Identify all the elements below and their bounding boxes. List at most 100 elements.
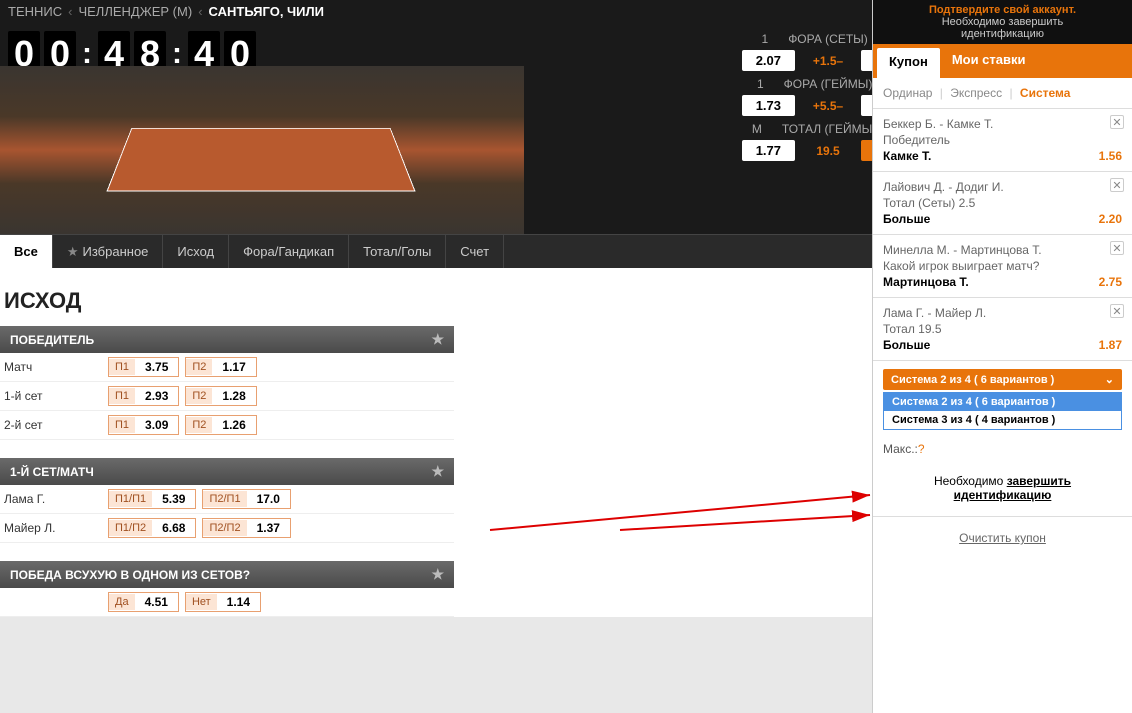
bet-odd: 1.56 xyxy=(1099,149,1122,163)
breadcrumb-l3[interactable]: САНТЬЯГО, ЧИЛИ xyxy=(209,4,324,19)
bet-code: П1 xyxy=(109,359,135,375)
bet-odd: 1.17 xyxy=(212,358,255,376)
bet-code: П1/П2 xyxy=(109,520,152,536)
market-title: ПОБЕДИТЕЛЬ xyxy=(10,333,94,347)
betslip-sidebar: Подтвердите свой аккаунт. Необходимо зав… xyxy=(872,0,1132,713)
remove-bet-button[interactable]: ✕ xyxy=(1110,241,1124,255)
odds-line: +1.5– xyxy=(807,54,849,68)
notice-link[interactable]: завершить xyxy=(1007,474,1071,488)
bet-code: П1 xyxy=(109,417,135,433)
verify-title: Подтвердите свой аккаунт. xyxy=(877,4,1128,16)
bet-cell[interactable]: П12.93 xyxy=(108,386,179,406)
bet-match: Лайович Д. - Додиг И. xyxy=(883,180,1122,194)
bet-odd: 1.87 xyxy=(1099,338,1122,352)
bet-selection: Больше xyxy=(883,212,930,226)
odds-button[interactable]: 1.77 xyxy=(742,140,795,161)
system-dropdown: Система 2 из 4 ( 6 вариантов ) Система 3… xyxy=(883,392,1122,430)
bet-cell[interactable]: П1/П15.39 xyxy=(108,489,196,509)
bet-cell[interactable]: П2/П21.37 xyxy=(202,518,290,538)
breadcrumb-sep: ‹ xyxy=(198,4,202,19)
market-row: Лама Г.П1/П15.39П2/П117.0 xyxy=(0,485,454,514)
market-header[interactable]: ПОБЕДИТЕЛЬ ★ xyxy=(0,326,454,353)
market-title: 1-Й СЕТ/МАТЧ xyxy=(10,465,94,479)
bet-code: П1 xyxy=(109,388,135,404)
market-row: 2-й сетП13.09 П21.26 xyxy=(0,411,454,440)
bet-type-single[interactable]: Ординар xyxy=(883,86,932,100)
star-icon: ★ xyxy=(67,244,79,260)
market-tab[interactable]: Фора/Гандикап xyxy=(229,235,349,268)
remove-bet-button[interactable]: ✕ xyxy=(1110,178,1124,192)
bet-code: Нет xyxy=(186,594,217,610)
star-icon[interactable]: ★ xyxy=(431,331,444,348)
bet-odd: 2.93 xyxy=(135,387,178,405)
notice-link[interactable]: идентификацию xyxy=(954,488,1052,502)
remove-bet-button[interactable]: ✕ xyxy=(1110,304,1124,318)
bet-cell[interactable]: П13.75 xyxy=(108,357,179,377)
bet-match: Минелла М. - Мартинцова Т. xyxy=(883,243,1122,257)
bet-odd: 1.14 xyxy=(217,593,260,611)
help-icon[interactable]: ? xyxy=(918,442,925,456)
bet-type-system[interactable]: Система xyxy=(1020,86,1071,100)
bet-cell[interactable]: Нет1.14 xyxy=(185,592,261,612)
bet-selection: Камке Т. xyxy=(883,149,931,163)
odds-button[interactable]: 2.07 xyxy=(742,50,795,71)
bet-market: Какой игрок выиграет матч? xyxy=(883,259,1122,273)
market-title: ПОБЕДА ВСУХУЮ В ОДНОМ ИЗ СЕТОВ? xyxy=(10,568,250,582)
bet-code: Да xyxy=(109,594,135,610)
market-header[interactable]: 1-Й СЕТ/МАТЧ ★ xyxy=(0,458,454,485)
bet-code: П2/П2 xyxy=(203,520,246,536)
breadcrumb-l2[interactable]: ЧЕЛЛЕНДЖЕР (М) xyxy=(78,4,192,19)
bet-type-express[interactable]: Экспресс xyxy=(950,86,1002,100)
bet-code: П2 xyxy=(186,359,212,375)
betslip-item: ✕ Беккер Б. - Камке Т. Победитель Камке … xyxy=(873,109,1132,172)
betslip-item: ✕ Минелла М. - Мартинцова Т. Какой игрок… xyxy=(873,235,1132,298)
market-row: МатчП13.75 П21.17 xyxy=(0,353,454,382)
bet-match: Беккер Б. - Камке Т. xyxy=(883,117,1122,131)
bet-cell[interactable]: П2/П117.0 xyxy=(202,489,290,509)
verify-notice: Подтвердите свой аккаунт. Необходимо зав… xyxy=(873,0,1132,44)
bet-odd: 6.68 xyxy=(152,519,195,537)
bet-odd: 3.75 xyxy=(135,358,178,376)
betslip-item: ✕ Лайович Д. - Додиг И. Тотал (Сеты) 2.5… xyxy=(873,172,1132,235)
bet-code: П2 xyxy=(186,417,212,433)
row-label: 1-й сет xyxy=(4,389,108,403)
bet-match: Лама Г. - Майер Л. xyxy=(883,306,1122,320)
breadcrumb: ТЕННИС ‹ ЧЕЛЛЕНДЖЕР (М) ‹ САНТЬЯГО, ЧИЛИ xyxy=(0,0,524,23)
system-option[interactable]: Система 2 из 4 ( 6 вариантов ) xyxy=(884,393,1121,411)
star-icon[interactable]: ★ xyxy=(431,463,444,480)
row-label: Матч xyxy=(4,360,108,374)
market-tab[interactable]: ★ Избранное xyxy=(53,235,164,268)
market-tab[interactable]: Счет xyxy=(446,235,504,268)
tab-coupon[interactable]: Купон xyxy=(877,48,940,78)
star-icon[interactable]: ★ xyxy=(431,566,444,583)
bet-cell[interactable]: Да4.51 xyxy=(108,592,179,612)
court-image xyxy=(0,66,524,234)
bet-cell[interactable]: П21.26 xyxy=(185,415,256,435)
max-label: Макс.: xyxy=(883,442,918,456)
odds-line: +5.5– xyxy=(807,99,849,113)
tab-mybets[interactable]: Мои ставки xyxy=(940,44,1038,78)
market-row: Да4.51 Нет1.14 xyxy=(0,588,454,617)
bet-odd: 4.51 xyxy=(135,593,178,611)
bet-odd: 1.37 xyxy=(247,519,290,537)
verify-sub: Необходимо завершить xyxy=(877,16,1128,28)
breadcrumb-sep: ‹ xyxy=(68,4,72,19)
market-header[interactable]: ПОБЕДА ВСУХУЮ В ОДНОМ ИЗ СЕТОВ? ★ xyxy=(0,561,454,588)
clear-coupon-button[interactable]: Очистить купон xyxy=(873,516,1132,559)
breadcrumb-l1[interactable]: ТЕННИС xyxy=(8,4,62,19)
system-option[interactable]: Система 3 из 4 ( 4 вариантов ) xyxy=(884,411,1121,429)
remove-bet-button[interactable]: ✕ xyxy=(1110,115,1124,129)
market-row: 1-й сетП12.93 П21.28 xyxy=(0,382,454,411)
row-label: 2-й сет xyxy=(4,418,108,432)
bet-market: Тотал 19.5 xyxy=(883,322,1122,336)
bet-cell[interactable]: П21.28 xyxy=(185,386,256,406)
odds-button[interactable]: 1.73 xyxy=(742,95,795,116)
market-tab[interactable]: Тотал/Голы xyxy=(349,235,446,268)
bet-cell[interactable]: П1/П26.68 xyxy=(108,518,196,538)
bet-cell[interactable]: П21.17 xyxy=(185,357,256,377)
bet-code: П2/П1 xyxy=(203,491,246,507)
bet-cell[interactable]: П13.09 xyxy=(108,415,179,435)
market-tab[interactable]: Исход xyxy=(163,235,229,268)
market-tab[interactable]: Все xyxy=(0,235,53,268)
system-select[interactable]: Система 2 из 4 ( 6 вариантов ) ⌄ xyxy=(883,369,1122,390)
